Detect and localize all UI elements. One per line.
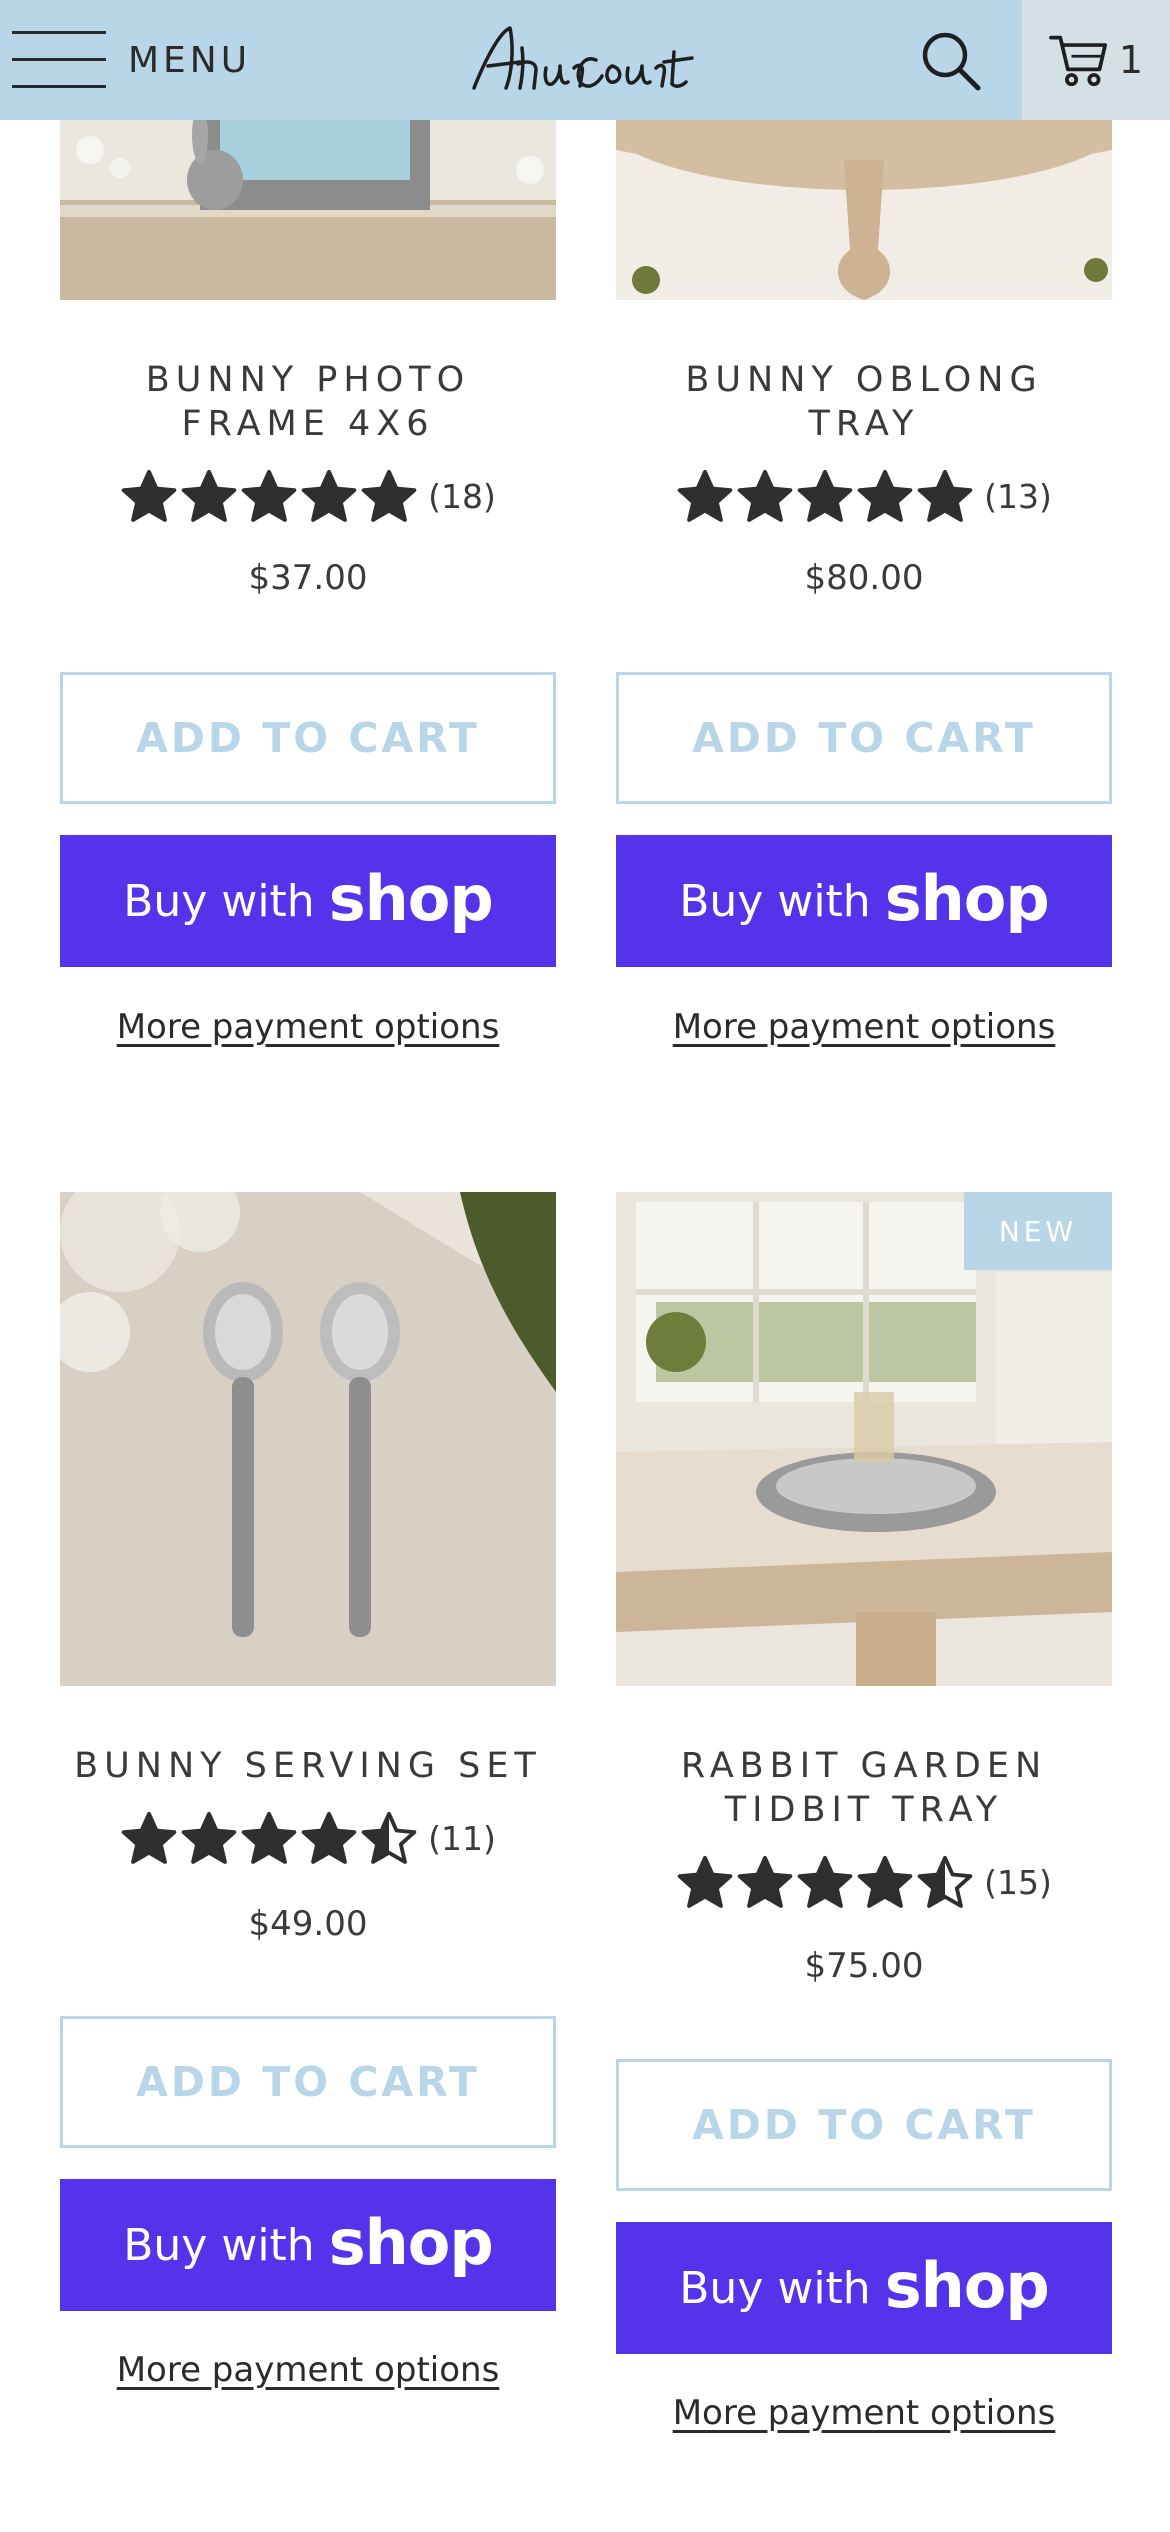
review-count: (11): [428, 1818, 496, 1858]
star-full-icon: [677, 469, 733, 522]
product-price: $75.00: [804, 1946, 924, 1986]
add-to-cart-button[interactable]: ADD TO CART: [616, 672, 1112, 804]
product-rating[interactable]: (15): [616, 1852, 1112, 1912]
product-title[interactable]: BUNNY PHOTO FRAME 4X6: [60, 358, 556, 446]
star-half-icon: [917, 1855, 973, 1908]
shop-pay-logo: shop: [884, 861, 1050, 935]
star-full-icon: [241, 469, 297, 522]
buy-with-shop-button[interactable]: Buy with shop: [60, 2179, 556, 2311]
star-full-icon: [797, 1855, 853, 1908]
cart-count: 1: [1118, 38, 1144, 82]
product-title[interactable]: RABBIT GARDEN TIDBIT TRAY: [616, 1744, 1112, 1832]
buy-with-label: Buy with: [679, 2262, 871, 2314]
star-full-icon: [121, 1811, 177, 1864]
star-full-icon: [857, 1855, 913, 1908]
star-full-icon: [301, 469, 357, 522]
hamburger-icon: [12, 27, 106, 93]
product-price: $49.00: [248, 1904, 368, 1944]
buy-with-shop-button[interactable]: Buy with shop: [60, 835, 556, 967]
star-full-icon: [737, 469, 793, 522]
search-icon: [922, 32, 981, 91]
star-full-icon: [677, 1855, 733, 1908]
product-rating[interactable]: (11): [60, 1808, 556, 1868]
search-button[interactable]: [918, 28, 982, 92]
star-full-icon: [301, 1811, 357, 1864]
product-card: BUNNY OBLONG TRAY (13) $80.00 ADD TO CAR…: [616, 0, 1112, 1080]
product-price: $80.00: [804, 558, 924, 598]
site-header: MENU 1: [0, 0, 1170, 120]
product-image[interactable]: [60, 1192, 556, 1686]
product-title[interactable]: BUNNY OBLONG TRAY: [616, 358, 1112, 446]
star-full-icon: [121, 469, 177, 522]
menu-button[interactable]: MENU: [12, 26, 251, 94]
more-payment-options-link[interactable]: More payment options: [616, 1007, 1112, 1047]
more-payment-options-link[interactable]: More payment options: [616, 2393, 1112, 2433]
shop-pay-logo: shop: [884, 2248, 1050, 2322]
star-full-icon: [361, 469, 417, 522]
product-price: $37.00: [248, 558, 368, 598]
add-to-cart-button[interactable]: ADD TO CART: [60, 2016, 556, 2148]
shop-pay-logo: shop: [328, 2205, 494, 2279]
star-full-icon: [857, 469, 913, 522]
star-full-icon: [241, 1811, 297, 1864]
cart-icon: [1049, 35, 1107, 87]
buy-with-shop-button[interactable]: Buy with shop: [616, 2222, 1112, 2354]
product-card: NEW RABBIT GARDEN TIDBIT TRAY (15) $75.0…: [616, 1192, 1112, 2482]
shop-pay-logo: shop: [328, 861, 494, 935]
add-to-cart-button[interactable]: ADD TO CART: [60, 672, 556, 804]
star-half-icon: [361, 1811, 417, 1864]
product-card: BUNNY SERVING SET (11) $49.00 ADD TO CAR…: [60, 1192, 556, 2432]
cart-button[interactable]: 1: [1022, 0, 1170, 120]
star-full-icon: [797, 469, 853, 522]
new-badge: NEW: [964, 1192, 1112, 1270]
product-rating[interactable]: (18): [60, 466, 556, 526]
star-full-icon: [181, 1811, 237, 1864]
site-logo[interactable]: [466, 18, 706, 102]
buy-with-label: Buy with: [123, 2219, 315, 2271]
buy-with-shop-button[interactable]: Buy with shop: [616, 835, 1112, 967]
review-count: (15): [984, 1862, 1052, 1902]
add-to-cart-button[interactable]: ADD TO CART: [616, 2059, 1112, 2191]
buy-with-label: Buy with: [679, 875, 871, 927]
menu-label: MENU: [128, 39, 252, 81]
product-rating[interactable]: (13): [616, 466, 1112, 526]
review-count: (18): [428, 476, 496, 516]
product-title[interactable]: BUNNY SERVING SET: [60, 1744, 556, 1788]
star-rating: [676, 467, 974, 525]
more-payment-options-link[interactable]: More payment options: [60, 1007, 556, 1047]
buy-with-label: Buy with: [123, 875, 315, 927]
product-image[interactable]: NEW: [616, 1192, 1112, 1686]
star-rating: [120, 467, 418, 525]
star-rating: [120, 1809, 418, 1867]
product-card: BUNNY PHOTO FRAME 4X6 (18) $37.00 ADD TO…: [60, 0, 556, 1080]
more-payment-options-link[interactable]: More payment options: [60, 2350, 556, 2390]
star-rating: [676, 1853, 974, 1911]
star-full-icon: [737, 1855, 793, 1908]
star-full-icon: [917, 469, 973, 522]
star-full-icon: [181, 469, 237, 522]
review-count: (13): [984, 476, 1052, 516]
